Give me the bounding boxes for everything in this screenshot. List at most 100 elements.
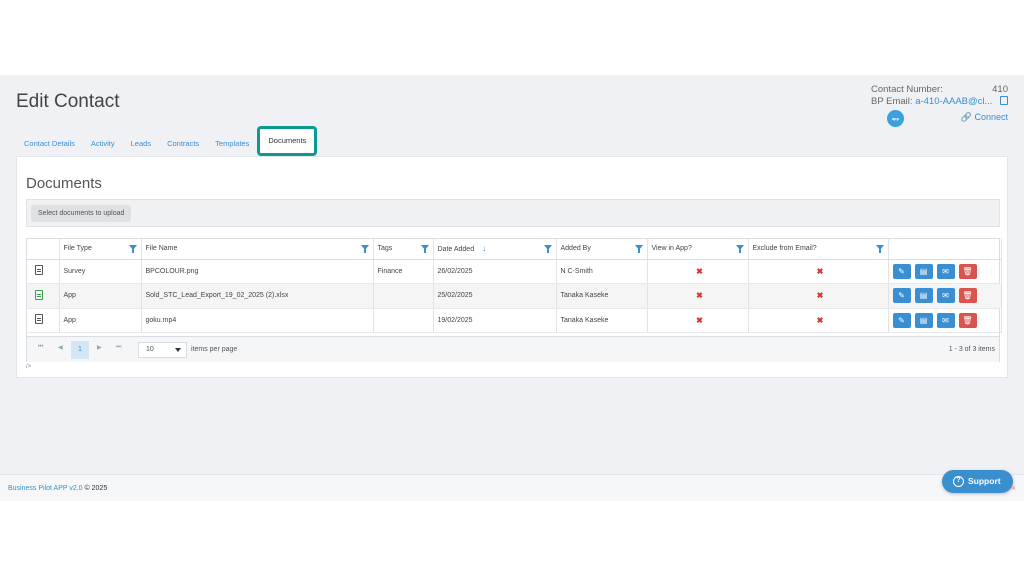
edit-button[interactable]: ✎ [892,288,911,304]
cell-added-by: N C-Smith [556,259,648,284]
bp-email-label: BP Email: [871,96,913,107]
page-title: Edit Contact [16,91,120,112]
contact-number-value: 410 [992,84,1008,95]
tab-contact-details[interactable]: Contact Details [16,130,83,156]
connect-link[interactable]: 🔗 Connect [961,112,1008,123]
filter-icon[interactable] [128,245,137,253]
table-row[interactable]: Survey BPCOLOUR.png Finance 26/02/2025 N… [27,259,1002,284]
last-page-icon[interactable]: ⏭ [116,344,121,351]
caret-down-icon [175,348,181,352]
column-header-date-added[interactable]: Date Added ↓ [433,239,557,260]
footer-text: Business Pilot APP v2.0 © 2025 [8,485,107,492]
page-number-current[interactable]: 1 [71,341,89,359]
footer-app-link[interactable]: Business Pilot APP v2.0 [8,485,83,492]
cell-file-type: Survey [59,259,142,284]
email-button[interactable]: ✉ [936,288,955,304]
column-header-added-by[interactable]: Added By [556,239,648,260]
file-text-icon [35,314,43,325]
items-range-label: 1 - 3 of 3 items [948,346,995,353]
tab-leads[interactable]: Leads [123,130,159,156]
prev-page-icon[interactable]: ◀ [58,344,63,351]
filter-icon[interactable] [875,245,884,253]
email-button[interactable]: ✉ [936,263,955,279]
cell-date-added: 26/02/2025 [433,259,557,284]
cell-tags [373,308,434,333]
documents-grid: File Type File Name Tags Date Added ↓ Add… [26,238,1002,362]
items-per-page-label: items per page [191,346,238,353]
documents-title: Documents [26,175,102,192]
filter-icon[interactable] [735,245,744,253]
cell-file-name: Sold_STC_Lead_Export_19_02_2025 (2).xlsx [141,283,374,309]
view-document-button[interactable]: ▤ [914,263,933,279]
cross-icon: ✖ [816,291,824,301]
cell-file-type: App [59,283,142,309]
email-button[interactable]: ✉ [936,312,955,328]
column-header-icon [27,239,60,260]
cross-icon: ✖ [816,315,824,325]
cell-added-by: Tanaka Kaseke [556,283,648,309]
table-row[interactable]: App Sold_STC_Lead_Export_19_02_2025 (2).… [27,283,1002,309]
documents-panel: Documents Select documents to upload Fil… [16,156,1008,378]
select-documents-button[interactable]: Select documents to upload [31,205,132,222]
sort-arrow-icon: ↓ [482,244,487,254]
cell-tags: Finance [373,259,434,284]
cross-icon: ✖ [816,266,824,276]
table-row[interactable]: App goku.mp4 19/02/2025 Tanaka Kaseke ✖ … [27,308,1002,333]
tab-bar: Contact Details Activity Leads Contracts… [16,126,318,156]
page-size-value: 10 [146,346,154,353]
footer: Business Pilot APP v2.0 © 2025 [0,474,1024,501]
file-text-icon [35,265,43,276]
delete-button[interactable]: 🗑 [958,312,977,328]
filter-icon[interactable] [634,245,643,253]
cell-date-added: 19/02/2025 [433,308,557,333]
delete-button[interactable]: 🗑 [958,263,977,279]
edit-button[interactable]: ✎ [892,312,911,328]
close-support-icon[interactable]: ✕ [1011,485,1016,492]
column-header-tags[interactable]: Tags [373,239,434,260]
column-header-file-type[interactable]: File Type [59,239,142,260]
cross-icon: ✖ [696,266,703,276]
column-header-file-name[interactable]: File Name [141,239,374,260]
tab-templates[interactable]: Templates [207,130,257,156]
tab-activity[interactable]: Activity [83,130,123,156]
connect-label: Connect [974,112,1008,122]
cell-date-added: 25/02/2025 [433,283,557,309]
cell-file-name: BPCOLOUR.png [141,259,374,284]
column-header-exclude-from-email[interactable]: Exclude from Email? [748,239,889,260]
view-document-button[interactable]: ▤ [914,288,933,304]
page-size-select[interactable]: 10 [138,342,187,358]
bp-email-value[interactable]: a-410-AAAB@cl... [915,96,992,107]
support-button[interactable]: ? Support [942,470,1013,493]
footer-copyright: © 2025 [82,485,108,492]
cell-tags [373,283,434,309]
delete-button[interactable]: 🗑 [958,288,977,304]
tab-documents[interactable]: Documents [257,126,318,156]
column-header-view-in-app[interactable]: View in App? [647,239,749,260]
link-icon: 🔗 [960,112,972,122]
cell-file-name: goku.mp4 [141,308,374,333]
pager: ⏮ ◀ 1 ▶ ⏭ 10 items per page 1 - 3 of 3 i… [27,336,999,362]
copy-icon[interactable] [1000,96,1008,105]
support-label: Support [968,476,1001,486]
column-header-actions [888,239,1002,260]
edit-button[interactable]: ✎ [892,263,911,279]
excel-file-icon [35,289,43,300]
app-container: Edit Contact Contact Number: 410 BP Emai… [0,75,1024,501]
cross-icon: ✖ [696,291,703,301]
trailing-markup-text: /> [26,364,32,370]
filter-icon[interactable] [420,245,429,253]
tab-contracts[interactable]: Contracts [159,130,207,156]
cross-icon: ✖ [696,315,703,325]
help-icon: ? [953,476,964,487]
cell-file-type: App [59,308,142,333]
app-badge: app [887,110,904,127]
upload-bar: Select documents to upload [26,199,1000,227]
filter-icon[interactable] [360,245,369,253]
next-page-icon[interactable]: ▶ [97,344,102,351]
view-document-button[interactable]: ▤ [914,312,933,328]
first-page-icon[interactable]: ⏮ [38,344,43,351]
documents-table: File Type File Name Tags Date Added ↓ Add… [27,239,1002,333]
contact-number-label: Contact Number: [871,84,943,95]
cell-added-by: Tanaka Kaseke [556,308,648,333]
filter-icon[interactable] [543,245,552,253]
